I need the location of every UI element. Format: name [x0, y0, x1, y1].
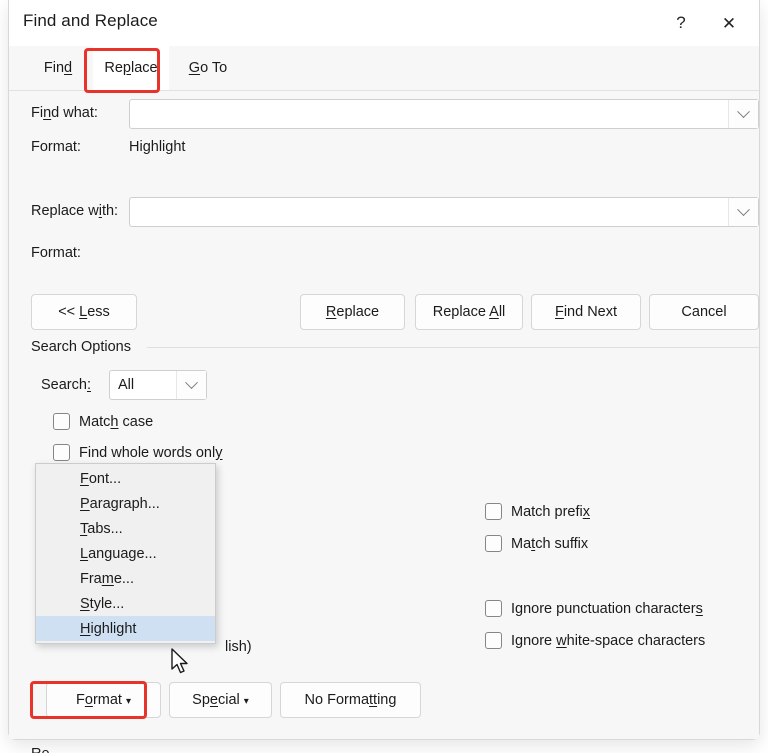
special-button-label: Special ▾ [192, 692, 249, 708]
menu-item-paragraph-label: Paragraph... [80, 495, 160, 512]
checkbox-box-icon[interactable] [53, 444, 70, 461]
cancel-button-label: Cancel [681, 304, 727, 320]
replace-format-label: Format: [31, 245, 81, 261]
menu-item-tabs-label: Tabs... [80, 520, 123, 537]
replace-all-button[interactable]: Replace All [415, 294, 523, 330]
less-button[interactable]: << Less [31, 294, 137, 330]
find-what-input[interactable] [130, 100, 728, 128]
occluded-replace-label: Re [31, 746, 50, 753]
group-divider [147, 347, 759, 348]
checkbox-ignore-punctuation-characters[interactable]: Ignore punctuation characters [485, 600, 703, 617]
less-button-label: << Less [58, 304, 110, 320]
tab-find[interactable]: Find [27, 46, 89, 90]
chevron-down-icon [737, 104, 750, 118]
search-options-group-title: Search Options [31, 339, 139, 355]
menu-item-font[interactable]: Font... [36, 466, 215, 491]
checkbox-box-icon[interactable] [485, 632, 502, 649]
checkbox-box-icon[interactable] [53, 413, 70, 430]
find-next-button[interactable]: Find Next [531, 294, 641, 330]
find-what-combo[interactable] [129, 99, 759, 129]
replace-with-combo[interactable] [129, 197, 759, 227]
question-mark-icon: ? [676, 13, 686, 32]
menu-item-style-label: Style... [80, 595, 125, 612]
checkbox-match-case-label: Match case [79, 413, 154, 430]
replace-with-input[interactable] [130, 198, 728, 226]
menu-item-paragraph[interactable]: Paragraph... [36, 491, 215, 516]
checkbox-match-suffix-label: Match suffix [511, 535, 589, 552]
search-scope-select[interactable]: All [109, 370, 207, 400]
tab-replace[interactable]: Replace [93, 46, 169, 90]
menu-item-highlight[interactable]: Highlight [36, 616, 215, 641]
menu-item-highlight-label: Highlight [80, 620, 137, 637]
find-format-value: Highlight [129, 139, 186, 155]
find-format-label: Format: [31, 139, 81, 155]
search-label: Search: [41, 377, 91, 393]
close-button[interactable]: ✕ [707, 0, 751, 46]
close-icon: ✕ [721, 13, 737, 33]
search-scope-value: All [118, 377, 135, 393]
checkbox-find-whole-words-only[interactable]: Find whole words only [53, 444, 222, 461]
cancel-button[interactable]: Cancel [649, 294, 759, 330]
checkbox-ignore-punctuation-characters-label: Ignore punctuation characters [511, 600, 703, 617]
occluded-label-tail: lish) [225, 639, 252, 655]
replace-with-label: Replace with: [31, 203, 119, 219]
no-formatting-button-label: No Formatting [304, 692, 397, 708]
checkbox-find-whole-words-only-label: Find whole words only [79, 444, 223, 461]
chevron-down-icon [185, 375, 198, 389]
format-button[interactable]: Format ▾ [46, 682, 161, 718]
checkbox-match-prefix-label: Match prefix [511, 503, 590, 520]
tab-strip: Find Replace Go To [9, 46, 759, 91]
format-dropdown-menu: Font... Paragraph... Tabs... Language...… [35, 463, 216, 644]
menu-item-frame-label: Frame... [80, 570, 134, 587]
tab-replace-label: Replace [104, 60, 158, 76]
menu-item-font-label: Font... [80, 470, 122, 487]
tab-go-to-label: Go To [188, 60, 228, 76]
menu-item-style[interactable]: Style... [36, 591, 215, 616]
checkbox-match-case[interactable]: Match case [53, 413, 153, 430]
tab-go-to[interactable]: Go To [175, 46, 241, 90]
help-button[interactable]: ? [659, 0, 703, 46]
find-what-label: Find what: [31, 105, 98, 121]
dialog-title: Find and Replace [23, 11, 158, 30]
screenshot-root: Find and Replace ? ✕ Find Replace Go To [0, 0, 768, 753]
format-button-label: Format ▾ [76, 692, 131, 708]
menu-item-language[interactable]: Language... [36, 541, 215, 566]
checkbox-match-suffix[interactable]: Match suffix [485, 535, 588, 552]
checkbox-box-icon[interactable] [485, 535, 502, 552]
checkbox-ignore-white-space-characters[interactable]: Ignore white-space characters [485, 632, 705, 649]
replace-with-dropdown-button[interactable] [728, 198, 758, 226]
replace-button[interactable]: Replace [300, 294, 405, 330]
checkbox-box-icon[interactable] [485, 600, 502, 617]
replace-all-button-label: Replace All [432, 304, 506, 320]
checkbox-box-icon[interactable] [485, 503, 502, 520]
special-button[interactable]: Special ▾ [169, 682, 272, 718]
replace-button-label: Replace [325, 304, 380, 320]
menu-item-frame[interactable]: Frame... [36, 566, 215, 591]
chevron-down-icon [737, 202, 750, 216]
tab-find-label: Find [43, 60, 73, 76]
checkbox-match-prefix[interactable]: Match prefix [485, 503, 590, 520]
find-next-button-label: Find Next [554, 304, 618, 320]
find-what-dropdown-button[interactable] [728, 100, 758, 128]
menu-item-tabs[interactable]: Tabs... [36, 516, 215, 541]
menu-item-language-label: Language... [80, 545, 157, 562]
search-scope-dropdown-button[interactable] [176, 371, 206, 399]
checkbox-ignore-white-space-characters-label: Ignore white-space characters [511, 632, 706, 649]
title-bar: Find and Replace ? ✕ [9, 0, 759, 46]
no-formatting-button[interactable]: No Formatting [280, 682, 421, 718]
